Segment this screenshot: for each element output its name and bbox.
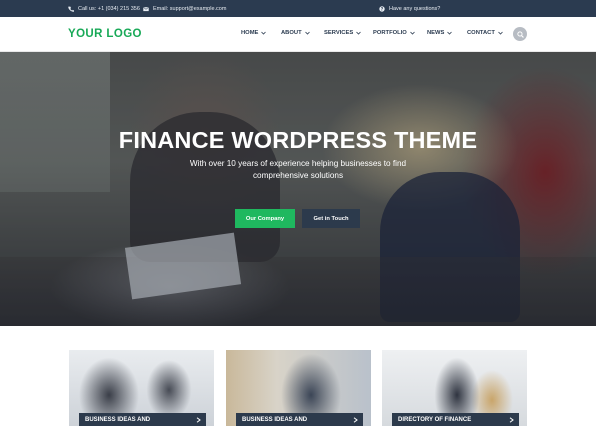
- hero-title: FINANCE WORDPRESS THEME: [118, 127, 478, 153]
- chevron-right-icon: [509, 417, 514, 423]
- service-card-1[interactable]: BUSINESS IDEAS AND: [69, 350, 214, 426]
- card-label-text: DIRECTORY OF FINANCE: [398, 417, 472, 423]
- service-card-2[interactable]: BUSINESS IDEAS AND: [226, 350, 371, 426]
- topbar-questions[interactable]: ? Have any questions?: [379, 0, 440, 17]
- topbar-email[interactable]: Email: support@example.com: [143, 0, 226, 17]
- get-in-touch-button[interactable]: Get in Touch: [302, 209, 360, 228]
- our-company-button[interactable]: Our Company: [235, 209, 295, 228]
- phone-icon: [68, 6, 74, 12]
- hero-subtitle-line2: comprehensive solutions: [252, 171, 344, 180]
- question-icon: ?: [379, 5, 385, 12]
- email-icon: [143, 6, 149, 12]
- chevron-down-icon: [304, 31, 310, 35]
- nav-home[interactable]: HOME: [241, 30, 267, 36]
- topbar-email-text: Email: support@example.com: [153, 5, 227, 12]
- hero-overlay: [0, 52, 596, 326]
- chevron-down-icon: [261, 31, 267, 35]
- chevron-down-icon: [410, 31, 415, 35]
- nav-home-label: HOME: [241, 30, 259, 36]
- topbar-phone-text: Call us: +1 (034) 215 356: [78, 5, 140, 12]
- nav-news-label: NEWS: [427, 30, 445, 36]
- nav-services-label: SERVICES: [324, 30, 354, 36]
- nav-portfolio[interactable]: PORTFOLIO: [373, 30, 415, 36]
- service-cards: BUSINESS IDEAS AND BUSINESS IDEAS AND DI…: [0, 326, 596, 426]
- chevron-down-icon: [356, 31, 362, 35]
- topbar-question-text: Have any questions?: [389, 5, 441, 12]
- search-icon: [516, 30, 524, 38]
- service-card-3[interactable]: DIRECTORY OF FINANCE: [382, 350, 527, 426]
- nav-services[interactable]: SERVICES: [324, 30, 362, 36]
- nav-contact-label: CONTACT: [467, 30, 495, 36]
- card-label-text: BUSINESS IDEAS AND: [85, 417, 151, 423]
- card-label: DIRECTORY OF FINANCE: [392, 413, 519, 426]
- site-header: YOUR LOGO HOME ABOUT SERVICES PORTFOLIO …: [0, 17, 596, 52]
- hero-banner: FINANCE WORDPRESS THEME With over 10 yea…: [0, 52, 596, 326]
- hero-subtitle: With over 10 years of experience helping…: [0, 158, 596, 182]
- nav-portfolio-label: PORTFOLIO: [373, 30, 407, 36]
- chevron-down-icon: [447, 31, 453, 35]
- card-label: BUSINESS IDEAS AND: [79, 413, 206, 426]
- card-label-text: BUSINESS IDEAS AND: [242, 417, 308, 423]
- site-logo[interactable]: YOUR LOGO: [68, 28, 142, 40]
- chevron-down-icon: [498, 31, 503, 35]
- chevron-right-icon: [196, 417, 201, 423]
- nav-about-label: ABOUT: [281, 30, 302, 36]
- topbar-phone[interactable]: Call us: +1 (034) 215 356: [68, 0, 140, 17]
- top-bar: Call us: +1 (034) 215 356 Email: support…: [0, 0, 596, 17]
- nav-news[interactable]: NEWS: [427, 30, 453, 36]
- card-label: BUSINESS IDEAS AND: [236, 413, 363, 426]
- hero-subtitle-line1: With over 10 years of experience helping…: [189, 159, 407, 168]
- chevron-right-icon: [353, 417, 358, 423]
- nav-about[interactable]: ABOUT: [281, 30, 310, 36]
- nav-contact[interactable]: CONTACT: [467, 30, 503, 36]
- search-button[interactable]: [513, 27, 527, 41]
